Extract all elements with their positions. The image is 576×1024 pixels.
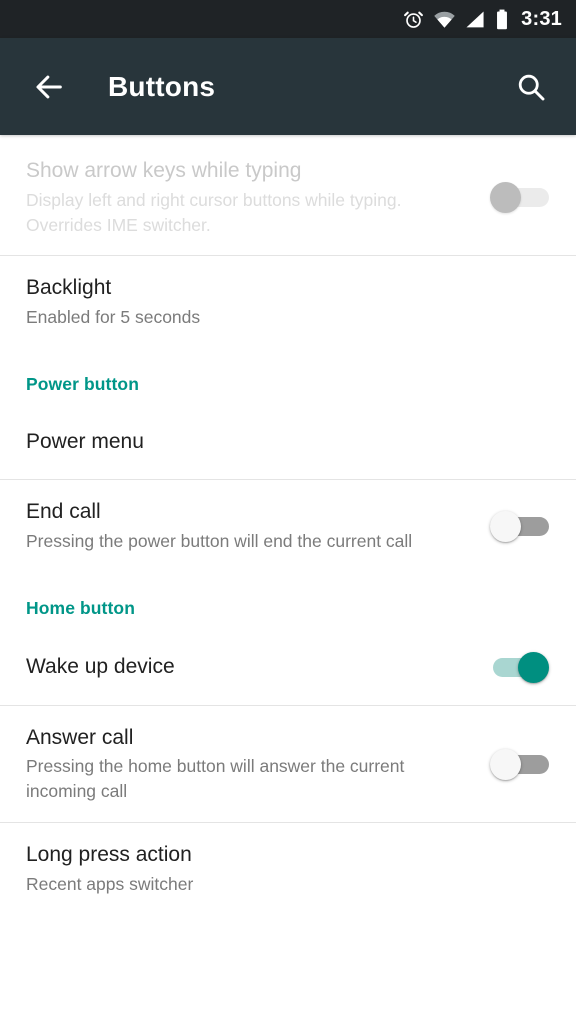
- switch-wake-up-device[interactable]: [490, 647, 552, 687]
- preference-summary: Pressing the power button will end the c…: [26, 530, 413, 551]
- preference-summary: Display left and right cursor buttons wh…: [26, 189, 402, 235]
- section-header-power-button: Power button: [0, 348, 576, 405]
- preference-answer-call[interactable]: Answer call Pressing the home button wil…: [0, 706, 576, 822]
- preference-summary: Pressing the home button will answer the…: [26, 756, 405, 802]
- section-header-label: Power button: [26, 373, 139, 394]
- switch-answer-call[interactable]: [490, 744, 552, 784]
- preference-wake-up-device[interactable]: Wake up device: [0, 629, 576, 705]
- app-bar: Buttons: [0, 38, 576, 135]
- section-header-home-button: Home button: [0, 572, 576, 629]
- preference-title: Show arrow keys while typing: [26, 159, 302, 182]
- preference-long-press-action[interactable]: Long press action Recent apps switcher: [0, 823, 576, 915]
- preference-show-arrow-keys: Show arrow keys while typing Display lef…: [0, 139, 576, 255]
- settings-screen: 3:31 Buttons Show arrow keys while typin…: [0, 0, 576, 1024]
- preference-text: Long press action Recent apps switcher: [26, 841, 552, 897]
- preference-text: Power menu: [26, 428, 552, 456]
- switch-thumb: [490, 748, 521, 780]
- cellular-signal-icon: [465, 10, 486, 29]
- switch-thumb: [490, 182, 521, 214]
- status-bar: 3:31: [0, 0, 576, 38]
- preference-text: Backlight Enabled for 5 seconds: [26, 274, 552, 330]
- preference-summary: Recent apps switcher: [26, 873, 194, 894]
- switch-thumb: [490, 510, 521, 542]
- preference-title: Answer call: [26, 725, 134, 749]
- preference-text: Answer call Pressing the home button wil…: [26, 724, 490, 804]
- preference-backlight[interactable]: Backlight Enabled for 5 seconds: [0, 256, 576, 348]
- page-title: Buttons: [108, 70, 216, 102]
- wifi-icon: [433, 10, 456, 29]
- search-icon[interactable]: [508, 64, 554, 110]
- preference-summary: Enabled for 5 seconds: [26, 307, 201, 328]
- preference-text: Wake up device: [26, 653, 490, 681]
- switch-end-call[interactable]: [490, 506, 552, 546]
- preference-end-call[interactable]: End call Pressing the power button will …: [0, 480, 576, 572]
- preference-text: Show arrow keys while typing Display lef…: [26, 157, 490, 237]
- back-arrow-icon[interactable]: [26, 64, 72, 110]
- preference-power-menu[interactable]: Power menu: [0, 405, 576, 479]
- preference-title: Wake up device: [26, 654, 175, 678]
- preference-title: Backlight: [26, 276, 112, 300]
- alarm-icon: [403, 9, 424, 30]
- preference-text: End call Pressing the power button will …: [26, 498, 490, 554]
- battery-icon: [495, 9, 509, 30]
- switch-show-arrow-keys: [490, 177, 552, 217]
- preference-title: Long press action: [26, 842, 192, 866]
- preference-title: Power menu: [26, 430, 144, 454]
- section-header-label: Home button: [26, 597, 135, 618]
- status-time: 3:31: [521, 7, 562, 30]
- switch-thumb: [518, 651, 549, 683]
- preference-title: End call: [26, 499, 101, 523]
- preference-list: Show arrow keys while typing Display lef…: [0, 135, 576, 915]
